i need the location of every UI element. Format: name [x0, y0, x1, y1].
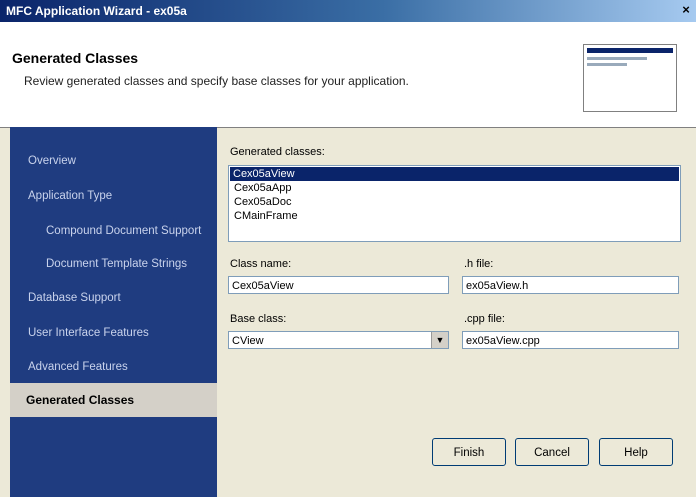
list-item[interactable]: Cex05aApp	[231, 181, 295, 195]
base-class-value: CView	[232, 335, 264, 347]
chevron-down-icon[interactable]: ▼	[431, 332, 448, 348]
page-title: Generated Classes	[12, 50, 139, 66]
sidebar-item-overview[interactable]: Overview	[28, 155, 76, 167]
sidebar-item-application-type[interactable]: Application Type	[28, 190, 112, 202]
cpp-file-label: .cpp file:	[464, 313, 505, 325]
sidebar-item-advanced-features[interactable]: Advanced Features	[28, 361, 128, 373]
preview-titlebar	[587, 48, 673, 53]
generated-classes-list[interactable]: Cex05aView Cex05aApp Cex05aDoc CMainFram…	[228, 165, 681, 242]
h-file-field[interactable]: ex05aView.h	[462, 276, 679, 294]
sidebar-item-generated-classes[interactable]: Generated Classes	[10, 383, 217, 417]
class-name-label: Class name:	[230, 258, 292, 270]
wizard-header: Generated Classes Review generated class…	[0, 22, 696, 128]
sidebar-item-database-support[interactable]: Database Support	[28, 292, 121, 304]
cpp-file-field[interactable]: ex05aView.cpp	[462, 331, 679, 349]
close-icon[interactable]: ×	[678, 2, 694, 18]
h-file-label: .h file:	[464, 258, 494, 270]
preview-line	[587, 57, 647, 60]
generated-classes-label: Generated classes:	[230, 146, 325, 158]
window-title: MFC Application Wizard - ex05a	[6, 4, 187, 18]
sidebar-item-compound-document-support[interactable]: Compound Document Support	[46, 225, 201, 237]
wizard-sidebar: Overview Application Type Compound Docum…	[10, 127, 217, 497]
sidebar-item-document-template-strings[interactable]: Document Template Strings	[46, 258, 187, 270]
preview-line	[587, 63, 627, 66]
sidebar-item-label: Generated Classes	[26, 393, 135, 407]
sidebar-item-user-interface-features[interactable]: User Interface Features	[28, 327, 149, 339]
page-subtitle: Review generated classes and specify bas…	[24, 74, 409, 88]
list-item[interactable]: Cex05aDoc	[231, 195, 294, 209]
cancel-button[interactable]: Cancel	[515, 438, 589, 466]
base-class-select[interactable]: CView ▼	[228, 331, 449, 349]
finish-button[interactable]: Finish	[432, 438, 506, 466]
class-name-field[interactable]: Cex05aView	[228, 276, 449, 294]
help-button[interactable]: Help	[599, 438, 673, 466]
base-class-label: Base class:	[230, 313, 287, 325]
title-bar: MFC Application Wizard - ex05a ×	[0, 0, 696, 22]
list-item[interactable]: Cex05aView	[230, 167, 679, 181]
list-item[interactable]: CMainFrame	[231, 209, 301, 223]
wizard-preview-icon	[583, 44, 677, 112]
